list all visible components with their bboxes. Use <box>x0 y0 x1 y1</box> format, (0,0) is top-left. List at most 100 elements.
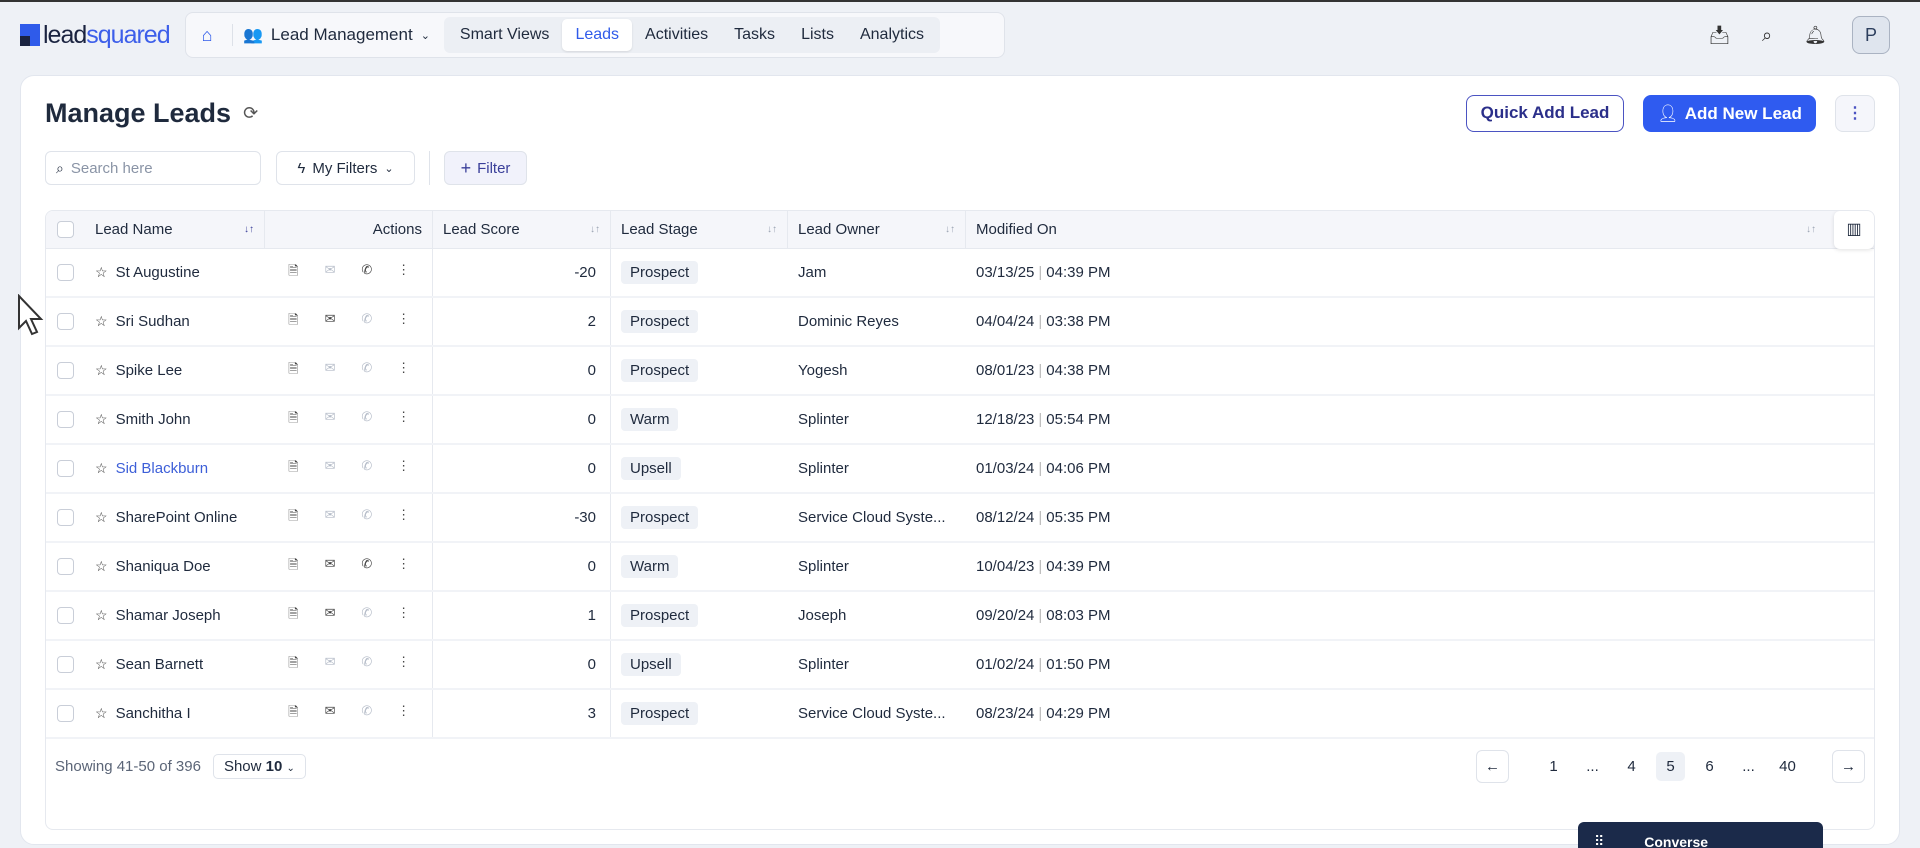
row-more-icon[interactable]: ⋮ <box>392 605 416 627</box>
phone-icon[interactable]: ✆ <box>355 458 379 480</box>
lead-name[interactable]: Smith John <box>116 411 191 428</box>
row-checkbox[interactable] <box>57 656 74 673</box>
column-settings-icon[interactable]: ▥ <box>1834 211 1874 249</box>
row-more-icon[interactable]: ⋮ <box>392 360 416 382</box>
star-icon[interactable]: ☆ <box>95 460 108 477</box>
row-more-icon[interactable]: ⋮ <box>392 409 416 431</box>
tab-tasks[interactable]: Tasks <box>721 19 788 51</box>
tab-activities[interactable]: Activities <box>632 19 721 51</box>
column-header-lead-score[interactable]: Lead Score ↓↑ <box>433 211 611 248</box>
previous-page-icon[interactable]: ← <box>1476 750 1509 783</box>
select-all-checkbox[interactable] <box>57 221 74 238</box>
search-box[interactable]: ⌕ <box>45 151 261 185</box>
row-checkbox[interactable] <box>57 362 74 379</box>
email-icon[interactable]: ✉︎ <box>318 605 342 627</box>
star-icon[interactable]: ☆ <box>95 607 108 624</box>
sort-icon[interactable]: ↓↑ <box>1806 224 1816 235</box>
add-activity-icon[interactable]: 🗎︎ <box>281 507 305 529</box>
search-icon[interactable]: ⌕ <box>1756 25 1778 46</box>
row-more-icon[interactable]: ⋮ <box>392 507 416 529</box>
sort-icon[interactable]: ↓↑ <box>244 224 254 235</box>
quick-add-lead-button[interactable]: Quick Add Lead <box>1466 95 1624 132</box>
tab-smart-views[interactable]: Smart Views <box>447 19 563 51</box>
star-icon[interactable]: ☆ <box>95 509 108 526</box>
row-more-icon[interactable]: ⋮ <box>392 458 416 480</box>
table-row[interactable]: ☆ Sid Blackburn 🗎︎ ✉︎ ✆ ⋮ 0 Upsell Splint… <box>46 445 1874 494</box>
phone-icon[interactable]: ✆ <box>355 311 379 333</box>
row-more-icon[interactable]: ⋮ <box>392 556 416 578</box>
add-activity-icon[interactable]: 🗎︎ <box>281 703 305 725</box>
my-filters-dropdown[interactable]: ϟ My Filters ⌄ <box>276 151 415 185</box>
page-6[interactable]: 6 <box>1695 752 1724 781</box>
add-activity-icon[interactable]: 🗎︎ <box>281 556 305 578</box>
table-row[interactable]: ☆ Spike Lee 🗎︎ ✉︎ ✆ ⋮ 0 Prospect Yogesh 0… <box>46 347 1874 396</box>
email-icon[interactable]: ✉︎ <box>318 262 342 284</box>
page-size-select[interactable]: Show 10 ⌄ <box>212 754 306 779</box>
email-icon[interactable]: ✉︎ <box>318 507 342 529</box>
table-row[interactable]: ☆ Sri Sudhan 🗎︎ ✉︎ ✆ ⋮ 2 Prospect Dominic… <box>46 298 1874 347</box>
add-activity-icon[interactable]: 🗎︎ <box>281 654 305 676</box>
sort-icon[interactable]: ↓↑ <box>945 224 955 235</box>
search-input[interactable] <box>70 159 231 177</box>
next-page-icon[interactable]: → <box>1832 750 1865 783</box>
lead-name[interactable]: Shaniqua Doe <box>116 558 211 575</box>
table-row[interactable]: ☆ Smith John 🗎︎ ✉︎ ✆ ⋮ 0 Warm Splinter 12… <box>46 396 1874 445</box>
table-row[interactable]: ☆ St Augustine 🗎︎ ✉︎ ✆ ⋮ -20 Prospect Jam… <box>46 249 1874 298</box>
email-icon[interactable]: ✉︎ <box>318 556 342 578</box>
lead-name[interactable]: SharePoint Online <box>116 509 238 526</box>
lead-name[interactable]: Sri Sudhan <box>116 313 190 330</box>
star-icon[interactable]: ☆ <box>95 313 108 330</box>
page-ellipsis[interactable]: ... <box>1578 752 1607 781</box>
lead-name[interactable]: Sean Barnett <box>116 656 204 673</box>
converse-widget[interactable]: ⠿ Converse <box>1578 822 1823 848</box>
page-40[interactable]: 40 <box>1773 752 1802 781</box>
lead-name[interactable]: Spike Lee <box>116 362 183 379</box>
phone-icon[interactable]: ✆ <box>355 556 379 578</box>
table-row[interactable]: ☆ Shamar Joseph 🗎︎ ✉︎ ✆ ⋮ 1 Prospect Jose… <box>46 592 1874 641</box>
row-checkbox[interactable] <box>57 264 74 281</box>
more-options-button[interactable]: ⋮ <box>1835 95 1875 132</box>
row-checkbox[interactable] <box>57 558 74 575</box>
page-4[interactable]: 4 <box>1617 752 1646 781</box>
refresh-icon[interactable]: ⟳ <box>243 103 258 124</box>
add-activity-icon[interactable]: 🗎︎ <box>281 458 305 480</box>
column-header-modified-on[interactable]: Modified On ↓↑ <box>966 211 1874 248</box>
add-activity-icon[interactable]: 🗎︎ <box>281 360 305 382</box>
email-icon[interactable]: ✉︎ <box>318 458 342 480</box>
row-checkbox[interactable] <box>57 705 74 722</box>
lead-name[interactable]: Shamar Joseph <box>116 607 221 624</box>
table-row[interactable]: ☆ Sean Barnett 🗎︎ ✉︎ ✆ ⋮ 0 Upsell Splinte… <box>46 641 1874 690</box>
column-header-lead-name[interactable]: Lead Name ↓↑ <box>85 211 265 248</box>
email-icon[interactable]: ✉︎ <box>318 311 342 333</box>
bell-icon[interactable]: 🔔︎ <box>1804 25 1827 46</box>
tab-lists[interactable]: Lists <box>788 19 847 51</box>
lead-name[interactable]: St Augustine <box>116 264 200 281</box>
page-1[interactable]: 1 <box>1539 752 1568 781</box>
phone-icon[interactable]: ✆ <box>355 605 379 627</box>
row-checkbox[interactable] <box>57 460 74 477</box>
sort-icon[interactable]: ↓↑ <box>590 224 600 235</box>
star-icon[interactable]: ☆ <box>95 705 108 722</box>
star-icon[interactable]: ☆ <box>95 362 108 379</box>
email-icon[interactable]: ✉︎ <box>318 409 342 431</box>
row-checkbox[interactable] <box>57 607 74 624</box>
page-5[interactable]: 5 <box>1656 752 1685 781</box>
email-icon[interactable]: ✉︎ <box>318 360 342 382</box>
tab-leads[interactable]: Leads <box>562 19 633 51</box>
add-activity-icon[interactable]: 🗎︎ <box>281 409 305 431</box>
drag-handle-icon[interactable]: ⠿ <box>1594 833 1604 848</box>
star-icon[interactable]: ☆ <box>95 411 108 428</box>
add-new-lead-button[interactable]: 👤︎ Add New Lead <box>1643 95 1816 132</box>
add-activity-icon[interactable]: 🗎︎ <box>281 262 305 284</box>
tab-analytics[interactable]: Analytics <box>847 19 937 51</box>
row-checkbox[interactable] <box>57 313 74 330</box>
download-tray-icon[interactable]: 📥︎ <box>1708 25 1731 46</box>
column-header-lead-stage[interactable]: Lead Stage ↓↑ <box>611 211 788 248</box>
table-row[interactable]: ☆ SharePoint Online 🗎︎ ✉︎ ✆ ⋮ -30 Prospec… <box>46 494 1874 543</box>
module-selector[interactable]: 👥 Lead Management ⌄ <box>243 25 430 45</box>
star-icon[interactable]: ☆ <box>95 656 108 673</box>
phone-icon[interactable]: ✆ <box>355 262 379 284</box>
page-ellipsis[interactable]: ... <box>1734 752 1763 781</box>
email-icon[interactable]: ✉︎ <box>318 654 342 676</box>
phone-icon[interactable]: ✆ <box>355 360 379 382</box>
